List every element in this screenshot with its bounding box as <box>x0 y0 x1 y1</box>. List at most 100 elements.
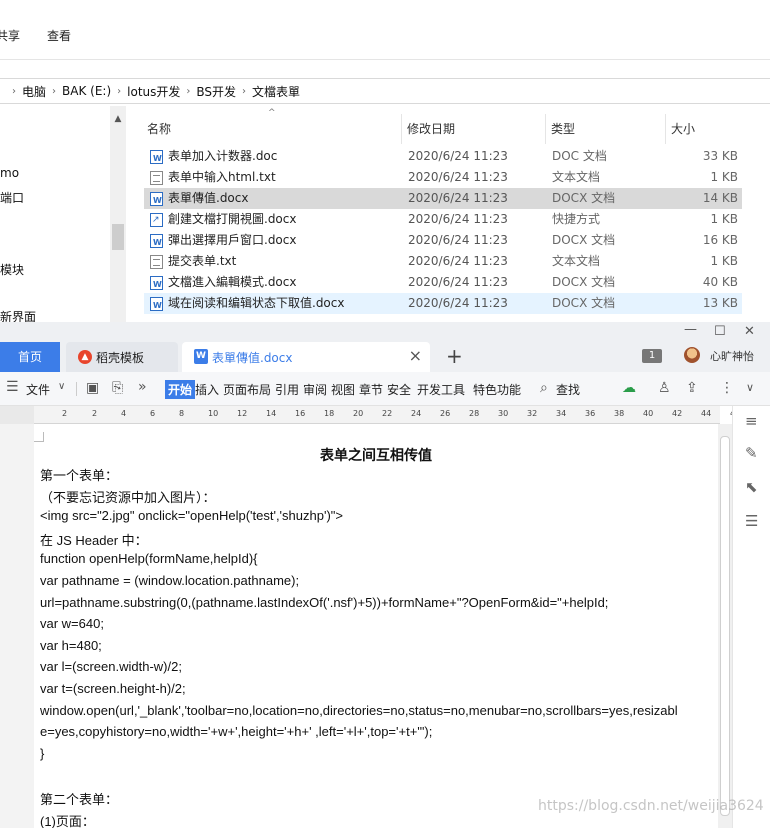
breadcrumb-chevron-icon[interactable]: › <box>117 86 121 97</box>
sidebar-collapse-icon[interactable]: ≡ <box>745 412 758 430</box>
document-line[interactable]: url=pathname.substring(0,(pathname.lastI… <box>40 595 608 610</box>
more-options-icon[interactable]: ⋮ <box>720 380 734 396</box>
wps-titlebar: — ☐ ✕ 首页 ▲ 稻壳模板 W 表單傳值.docx × + 1 心旷神怡 <box>0 322 770 372</box>
column-header-date[interactable]: 修改日期 <box>404 114 546 144</box>
scroll-up-icon[interactable]: ▲ <box>110 114 126 124</box>
horizontal-ruler[interactable]: 2 2 4 6 8 10 12 14 16 18 20 22 24 26 28 30 32 34 36 38 40 42 4… <box>34 406 740 424</box>
document-line[interactable]: function openHelp(formName,helpId){ <box>40 551 258 566</box>
menu-references[interactable]: 引用 <box>275 381 299 398</box>
document-title[interactable]: 表单之间互相传值 <box>34 445 718 465</box>
ribbon-tab-share[interactable]: 共享 <box>0 27 20 44</box>
nav-item[interactable]: 端口 <box>0 189 24 206</box>
menu-review[interactable]: 审阅 <box>303 381 327 398</box>
breadcrumb-item[interactable]: BAK (E:) <box>62 84 111 98</box>
menu-insert[interactable]: 插入 <box>195 381 219 398</box>
breadcrumb-item[interactable]: BS开发 <box>196 83 236 100</box>
menu-page-layout[interactable]: 页面布局 <box>223 381 271 398</box>
document-scrollbar[interactable] <box>718 424 732 828</box>
breadcrumb-item[interactable]: lotus开发 <box>127 83 180 100</box>
document-line[interactable]: var pathname = (window.location.pathname… <box>40 573 299 588</box>
file-type: DOCX 文档 <box>552 233 616 247</box>
nav-item[interactable]: 模块 <box>0 261 24 278</box>
document-scrollbar-thumb[interactable] <box>720 436 730 816</box>
document-line[interactable]: （不要忘记资源中加入图片）： <box>40 487 216 506</box>
pen-icon[interactable]: ✎ <box>745 444 758 462</box>
file-row[interactable]: 創建文檔打開視圖.docx 2020/6/24 11:23 快捷方式 1 KB <box>144 209 742 231</box>
menu-start[interactable]: 开始 <box>165 380 196 399</box>
file-row[interactable]: 文檔進入編輯模式.docx 2020/6/24 11:23 DOCX 文档 40 KB <box>144 272 742 295</box>
document-line[interactable]: 第一个表单： <box>40 465 118 484</box>
file-name: 創建文檔打開視圖.docx <box>168 212 297 226</box>
tab-daoke-templates[interactable]: ▲ 稻壳模板 <box>66 342 178 372</box>
file-type: 快捷方式 <box>552 212 601 226</box>
user-name[interactable]: 心旷神怡 <box>710 348 754 364</box>
document-line[interactable]: var t=(screen.height-h)/2; <box>40 681 186 696</box>
menu-view[interactable]: 视图 <box>331 381 355 398</box>
nav-scrollbar[interactable]: ▲ <box>110 106 126 322</box>
cloud-sync-icon[interactable]: ☁ <box>622 380 636 396</box>
menu-special-features[interactable]: 特色功能 <box>473 381 521 398</box>
save-icon[interactable]: ▣ <box>86 380 99 396</box>
hamburger-menu-icon[interactable]: ☰ <box>6 379 19 395</box>
close-tab-icon[interactable]: × <box>409 346 422 365</box>
file-size: 33 KB <box>702 149 738 163</box>
share-icon[interactable]: ⇪ <box>686 380 698 396</box>
cursor-select-icon[interactable]: ⬉ <box>745 478 758 496</box>
file-type: DOCX 文档 <box>552 191 616 205</box>
breadcrumb-item[interactable]: 电脑 <box>22 83 46 100</box>
file-type: 文本文档 <box>552 254 601 268</box>
breadcrumb-chevron-icon[interactable]: › <box>52 86 56 97</box>
new-tab-plus-icon[interactable]: + <box>446 344 463 368</box>
menu-security[interactable]: 安全 <box>387 381 411 398</box>
document-line[interactable]: window.open(url,'_blank','toolbar=no,loc… <box>40 703 678 718</box>
document-page[interactable]: 表单之间互相传值 第一个表单： （不要忘记资源中加入图片）： <img src="2… <box>34 432 718 828</box>
menu-find[interactable]: 查找 <box>556 381 580 398</box>
breadcrumb-chevron-icon[interactable]: › <box>186 86 190 97</box>
column-header-type[interactable]: 类型 <box>548 114 666 144</box>
file-row[interactable]: 域在阅读和编辑状态下取值.docx 2020/6/24 11:23 DOCX 文档 1… <box>144 293 742 316</box>
document-line[interactable]: var h=480; <box>40 638 102 653</box>
column-header-size[interactable]: 大小 <box>668 114 742 144</box>
document-line[interactable]: <img src="2.jpg" onclick="openHelp('test… <box>40 508 343 523</box>
menu-chapter[interactable]: 章节 <box>359 381 383 398</box>
tab-count-badge[interactable]: 1 <box>642 349 662 363</box>
column-header-name[interactable]: 名称 <box>144 114 402 144</box>
ribbon-tab-view[interactable]: 查看 <box>47 27 71 44</box>
format-painter-icon[interactable]: ⎘ <box>112 380 123 396</box>
close-icon[interactable]: ✕ <box>744 324 755 339</box>
document-line[interactable]: (1)页面： <box>40 811 95 828</box>
breadcrumb-item[interactable]: 文檔表單 <box>252 83 300 100</box>
menu-file[interactable]: 文件 <box>26 381 50 398</box>
document-line[interactable]: var w=640; <box>40 616 104 631</box>
document-line[interactable]: 在 JS Header 中： <box>40 530 148 549</box>
tab-document[interactable]: W 表單傳值.docx × <box>182 342 430 372</box>
chevron-down-icon[interactable]: ∨ <box>58 381 65 392</box>
nav-scrollbar-thumb[interactable] <box>112 224 124 250</box>
minimize-icon[interactable]: — <box>684 322 697 337</box>
collaborate-icon[interactable]: ♙ <box>658 380 671 396</box>
file-row[interactable]: 彈出選擇用戶窗口.docx 2020/6/24 11:23 DOCX 文档 16 KB <box>144 230 742 253</box>
file-row[interactable]: 表单中输入html.txt 2020/6/24 11:23 文本文档 1 KB <box>144 167 742 188</box>
document-line[interactable]: } <box>40 746 44 761</box>
file-row[interactable]: 表單傳值.docx 2020/6/24 11:23 DOCX 文档 14 KB <box>144 188 742 211</box>
document-line[interactable]: e=yes,copyhistory=no,width='+w+',height=… <box>40 724 432 739</box>
vertical-ruler[interactable] <box>0 424 34 828</box>
user-avatar[interactable] <box>684 347 700 363</box>
address-bar[interactable]: › 电脑 › BAK (E:) › lotus开发 › BS开发 › 文檔表單 <box>0 78 770 104</box>
nav-item[interactable]: mo <box>0 166 19 180</box>
file-list-header: ^ 名称 修改日期 类型 大小 <box>144 108 742 144</box>
document-line[interactable]: 第二个表单： <box>40 789 118 808</box>
adjust-settings-icon[interactable]: ☰ <box>745 512 758 530</box>
breadcrumb-chevron-icon[interactable]: › <box>242 86 246 97</box>
menu-developer-tools[interactable]: 开发工具 <box>417 381 465 398</box>
word-document-icon <box>150 148 163 169</box>
more-chevrons-icon[interactable]: » <box>138 379 147 395</box>
search-icon[interactable]: ⌕ <box>540 380 548 396</box>
document-line[interactable]: var l=(screen.width-w)/2; <box>40 659 182 674</box>
collapse-ribbon-icon[interactable]: ∨ <box>746 381 754 394</box>
file-row[interactable]: 表单加入计数器.doc 2020/6/24 11:23 DOC 文档 33 KB <box>144 146 742 169</box>
file-size: 13 KB <box>702 296 738 310</box>
maximize-icon[interactable]: ☐ <box>714 324 726 339</box>
file-row[interactable]: 提交表单.txt 2020/6/24 11:23 文本文档 1 KB <box>144 251 742 272</box>
tab-home[interactable]: 首页 <box>0 342 60 372</box>
